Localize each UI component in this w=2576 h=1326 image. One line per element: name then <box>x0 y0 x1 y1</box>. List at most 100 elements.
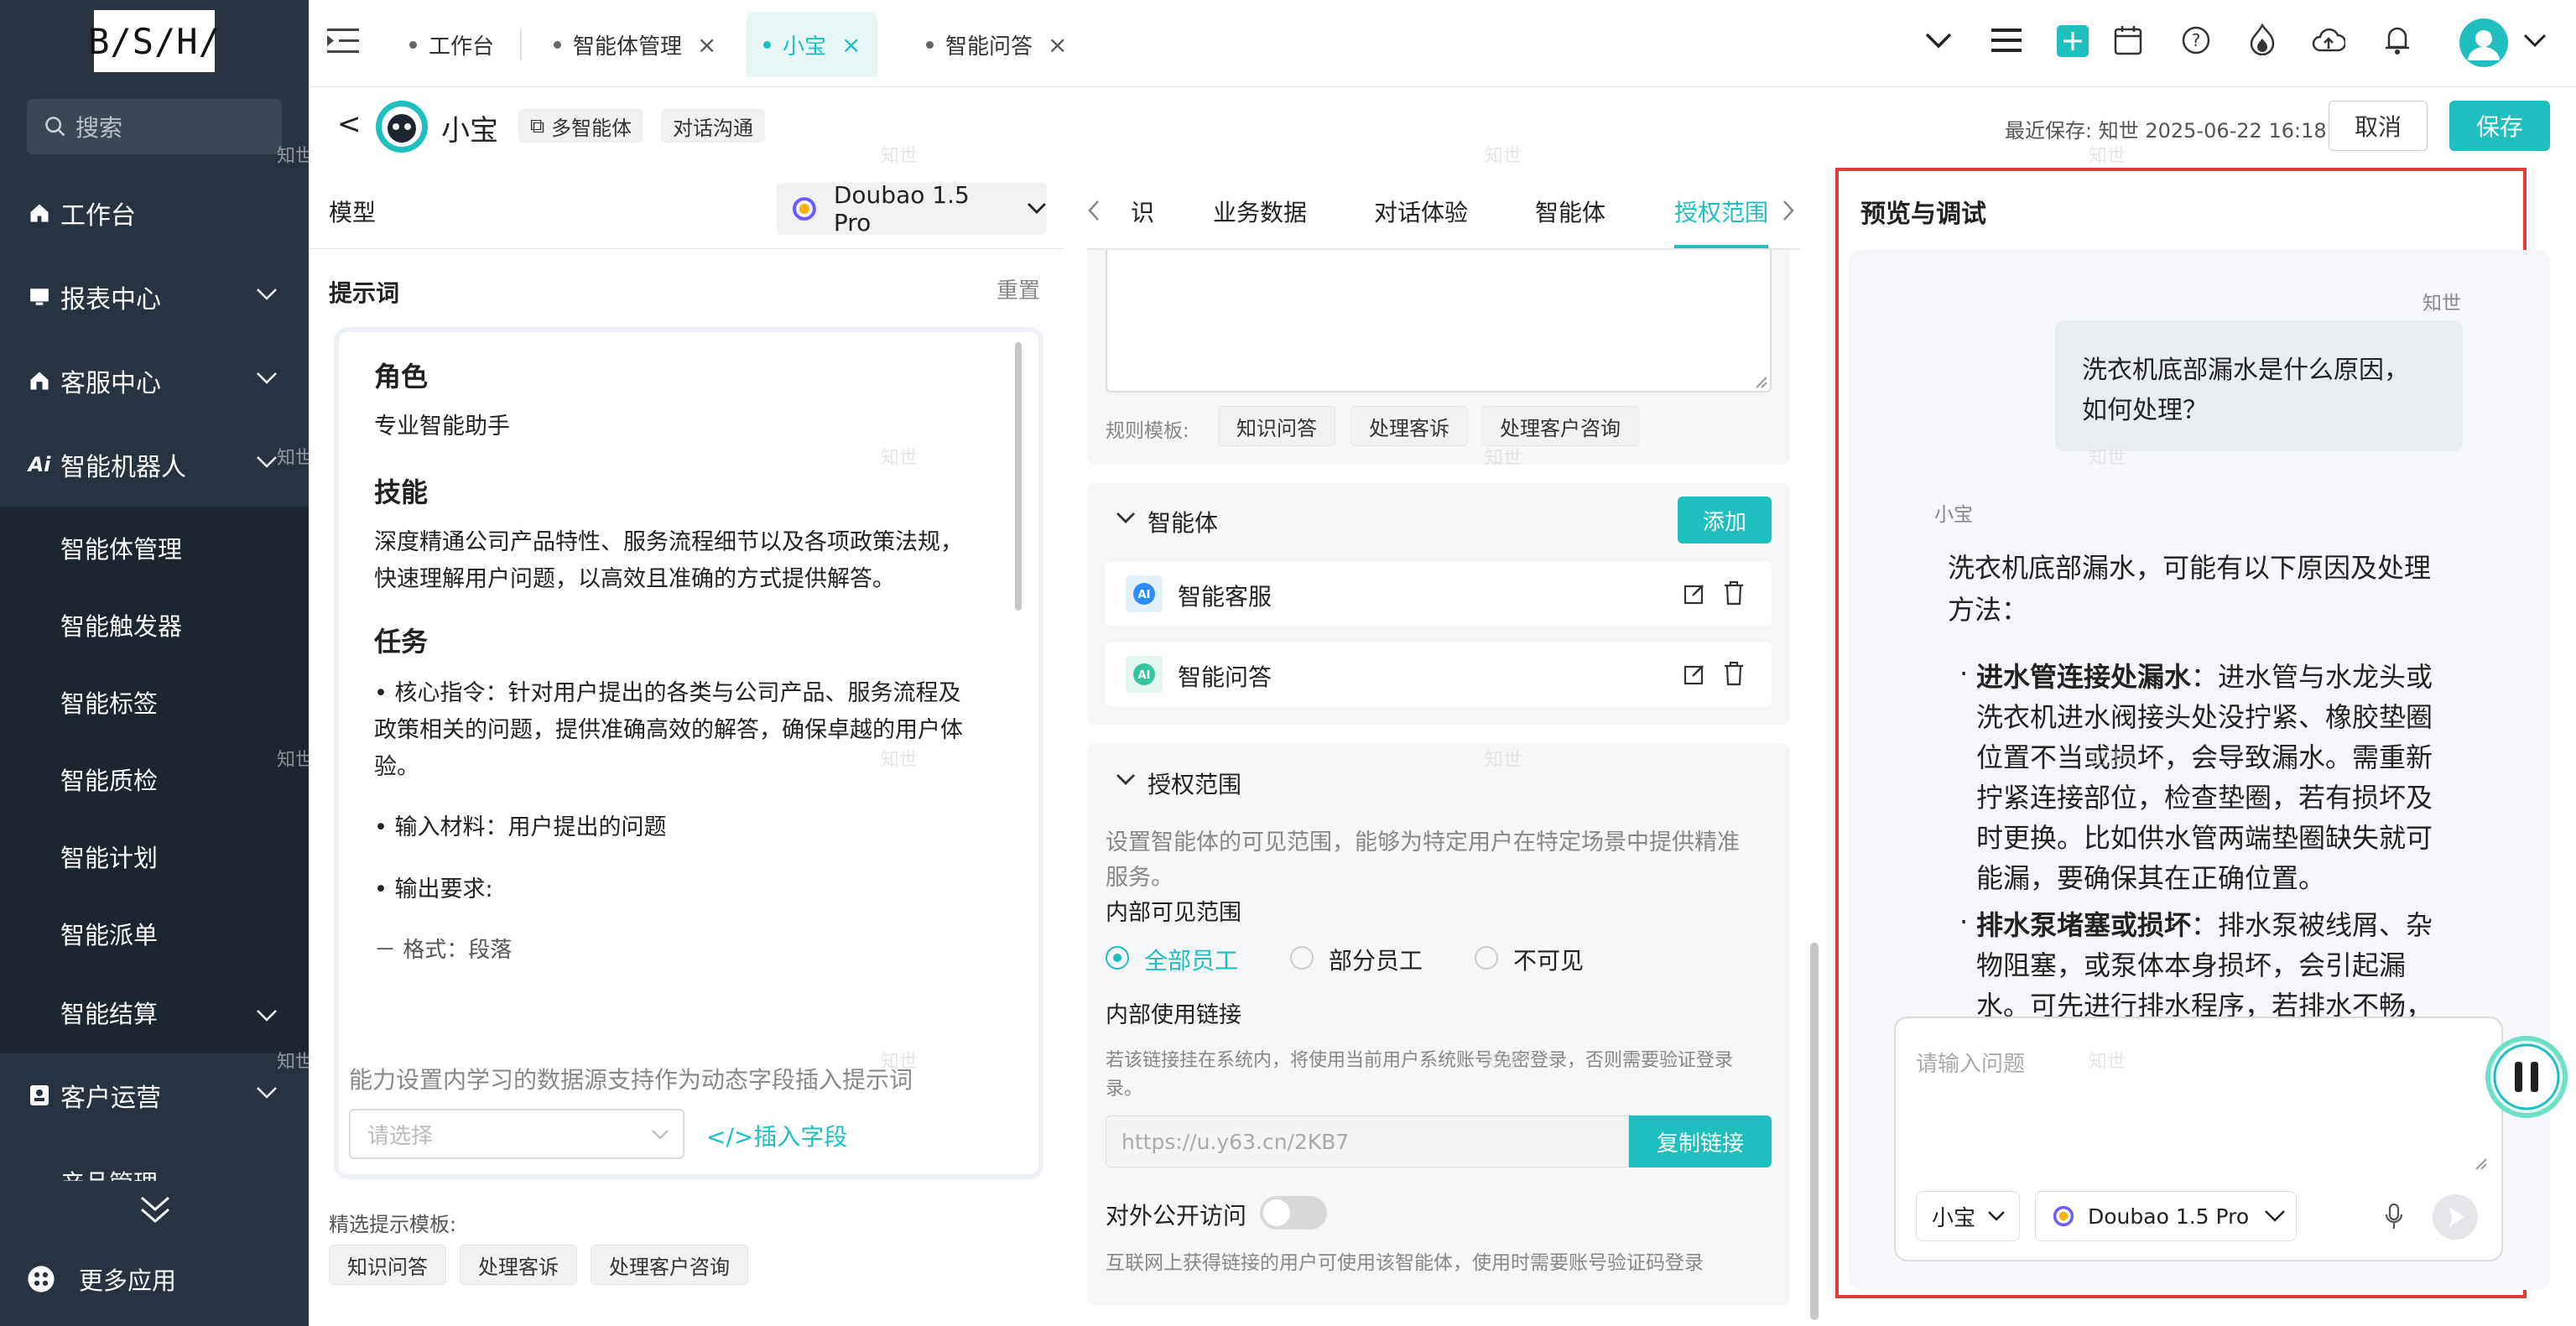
sidebar-subitem-trigger[interactable]: 智能触发器 <box>60 607 182 642</box>
editor-scrollbar[interactable] <box>1015 342 1022 611</box>
chevron-down-icon[interactable] <box>1116 512 1136 525</box>
brand-logo[interactable]: B/S/H/ <box>88 8 220 74</box>
link-description: 录。 <box>1106 1079 1143 1100</box>
pause-record-icon[interactable] <box>2485 1035 2568 1119</box>
agent-select[interactable]: 小宝 <box>1916 1191 2020 1241</box>
template-chip[interactable]: 处理客户咨询 <box>591 1245 748 1285</box>
dynamic-field-hint: 能力设置内学习的数据源支持作为动态字段插入提示词 <box>349 1066 913 1094</box>
edit-icon[interactable] <box>1683 663 1706 686</box>
sidebar-subitem-dispatch[interactable]: 智能派单 <box>60 916 158 951</box>
model-select-chat[interactable]: Doubao 1.5 Pro <box>2035 1191 2297 1241</box>
chevron-down-icon <box>257 456 277 468</box>
help-icon[interactable]: ? <box>2181 25 2211 55</box>
sidebar-subitem-tag[interactable]: 智能标签 <box>60 684 158 720</box>
sidebar-item-customer-ops[interactable]: 客户运营 <box>0 1055 309 1136</box>
chat-input-box[interactable]: 请输入问题 小宝 Doubao 1.5 Pro <box>1894 1017 2503 1261</box>
tab-auth-scope[interactable]: 授权范围 <box>1674 195 1768 228</box>
internal-link-input[interactable]: https://u.y63.cn/2KB7 <box>1106 1115 1629 1167</box>
reset-button[interactable]: 重置 <box>997 273 1040 304</box>
tab-chat-experience[interactable]: 对话体验 <box>1374 195 1468 228</box>
task-heading: 任务 <box>374 626 429 658</box>
tab-business-data[interactable]: 业务数据 <box>1213 195 1307 228</box>
sidebar: B/S/H/ 搜索 工作台 报表中心 客服中心 Ai 智能机器人 智能体管理 智… <box>0 0 309 1326</box>
sidebar-subitem-plan[interactable]: 智能计划 <box>60 839 158 874</box>
sidebar-subitem-settle[interactable]: 智能结算 <box>60 995 158 1030</box>
link-value: https://u.y63.cn/2KB7 <box>1121 1129 1350 1154</box>
public-access-toggle[interactable] <box>1260 1196 1327 1230</box>
microphone-icon[interactable] <box>2384 1203 2404 1231</box>
middle-scrollbar[interactable] <box>1810 943 1819 1320</box>
field-select[interactable]: 请选择 <box>349 1109 684 1159</box>
close-icon[interactable]: × <box>697 31 716 59</box>
radio-all-staff[interactable] <box>1106 946 1129 970</box>
list-icon[interactable] <box>1991 27 2022 54</box>
delete-icon[interactable] <box>1723 661 1745 686</box>
sidebar-item-workbench[interactable]: 工作台 <box>0 173 309 253</box>
tab-agents[interactable]: 智能体 <box>1535 195 1605 228</box>
template-chip[interactable]: 知识问答 <box>329 1245 446 1285</box>
chevron-down-icon[interactable] <box>2523 34 2547 49</box>
double-chevron-down-icon[interactable] <box>138 1194 172 1225</box>
add-icon[interactable] <box>2057 25 2089 57</box>
sidebar-subitem-qc[interactable]: 智能质检 <box>60 762 158 797</box>
report-icon <box>27 284 52 309</box>
model-select[interactable]: Doubao 1.5 Pro <box>777 181 1047 237</box>
rules-textarea[interactable] <box>1106 250 1772 393</box>
sidebar-item-label: 客户运营 <box>60 1084 161 1113</box>
resize-handle-icon[interactable] <box>2475 1157 2488 1171</box>
agent-row[interactable]: AI 智能客服 <box>1106 562 1772 626</box>
save-button[interactable]: 保存 <box>2449 101 2550 151</box>
agent-select-value: 小宝 <box>1932 1205 1976 1231</box>
fire-icon[interactable] <box>2248 23 2277 55</box>
send-icon[interactable] <box>2433 1194 2478 1240</box>
radio-invisible[interactable] <box>1475 946 1498 970</box>
model-label: 模型 <box>329 199 377 226</box>
cancel-button[interactable]: 取消 <box>2329 101 2428 151</box>
rule-template-chip[interactable]: 知识问答 <box>1218 406 1335 446</box>
more-apps-button[interactable]: 更多应用 <box>27 1261 176 1297</box>
sidebar-item-robot[interactable]: Ai 智能机器人 <box>0 424 309 505</box>
rule-template-chip[interactable]: 处理客户咨询 <box>1481 406 1639 446</box>
tab-qa[interactable]: 智能问答 × <box>926 12 1067 77</box>
bell-icon[interactable] <box>2384 23 2411 55</box>
agent-row[interactable]: AI 智能问答 <box>1106 642 1772 706</box>
sidebar-item-label: 工作台 <box>60 201 136 231</box>
resize-handle-icon[interactable] <box>1753 374 1768 389</box>
template-chip[interactable]: 处理客诉 <box>460 1245 577 1285</box>
chevron-right-icon[interactable] <box>1782 200 1795 221</box>
chevron-down-icon[interactable] <box>1924 32 1953 50</box>
user-name: 知世 <box>2422 293 2461 315</box>
agent-avatar-icon <box>376 101 428 153</box>
tab-label: 智能体管理 <box>573 34 683 60</box>
prompt-editor[interactable] <box>334 327 1043 1179</box>
tab-xiaobao[interactable]: 小宝 × <box>747 12 878 77</box>
copy-link-button[interactable]: 复制链接 <box>1629 1115 1772 1167</box>
tab-agent-manage[interactable]: 智能体管理 × <box>554 12 716 77</box>
sidebar-item-service[interactable]: 客服中心 <box>0 341 309 421</box>
insert-field-button[interactable]: </>插入字段 <box>706 1119 847 1152</box>
rule-template-chip[interactable]: 处理客诉 <box>1350 406 1468 446</box>
cloud-upload-icon[interactable] <box>2312 27 2345 54</box>
calendar-icon[interactable] <box>2114 25 2142 55</box>
back-button[interactable]: < <box>337 107 362 141</box>
close-icon[interactable]: × <box>841 31 861 59</box>
avatar[interactable] <box>2459 18 2508 67</box>
chevron-left-icon[interactable] <box>1087 200 1101 221</box>
select-placeholder: 请选择 <box>367 1123 434 1149</box>
chevron-down-icon[interactable] <box>1116 773 1136 787</box>
sidebar-search[interactable]: 搜索 <box>27 99 282 154</box>
sidebar-item-partial[interactable]: 产品管理 <box>0 1157 309 1181</box>
add-agent-button[interactable]: 添加 <box>1678 497 1772 543</box>
tab-knowledge[interactable]: 识 <box>1117 195 1154 225</box>
delete-icon[interactable] <box>1723 580 1745 606</box>
tab-workbench[interactable]: 工作台 <box>409 12 494 77</box>
edit-icon[interactable] <box>1683 582 1706 606</box>
radio-some-staff[interactable] <box>1290 946 1314 970</box>
close-icon[interactable]: × <box>1048 31 1067 59</box>
model-select-value: Doubao 1.5 Pro <box>2088 1204 2250 1229</box>
agent-name: 智能问答 <box>1178 663 1272 691</box>
radio-label: 部分员工 <box>1329 947 1423 975</box>
collapse-menu-icon[interactable] <box>327 27 359 55</box>
sidebar-item-reports[interactable]: 报表中心 <box>0 257 309 337</box>
sidebar-subitem-agent-manage[interactable]: 智能体管理 <box>60 530 182 565</box>
